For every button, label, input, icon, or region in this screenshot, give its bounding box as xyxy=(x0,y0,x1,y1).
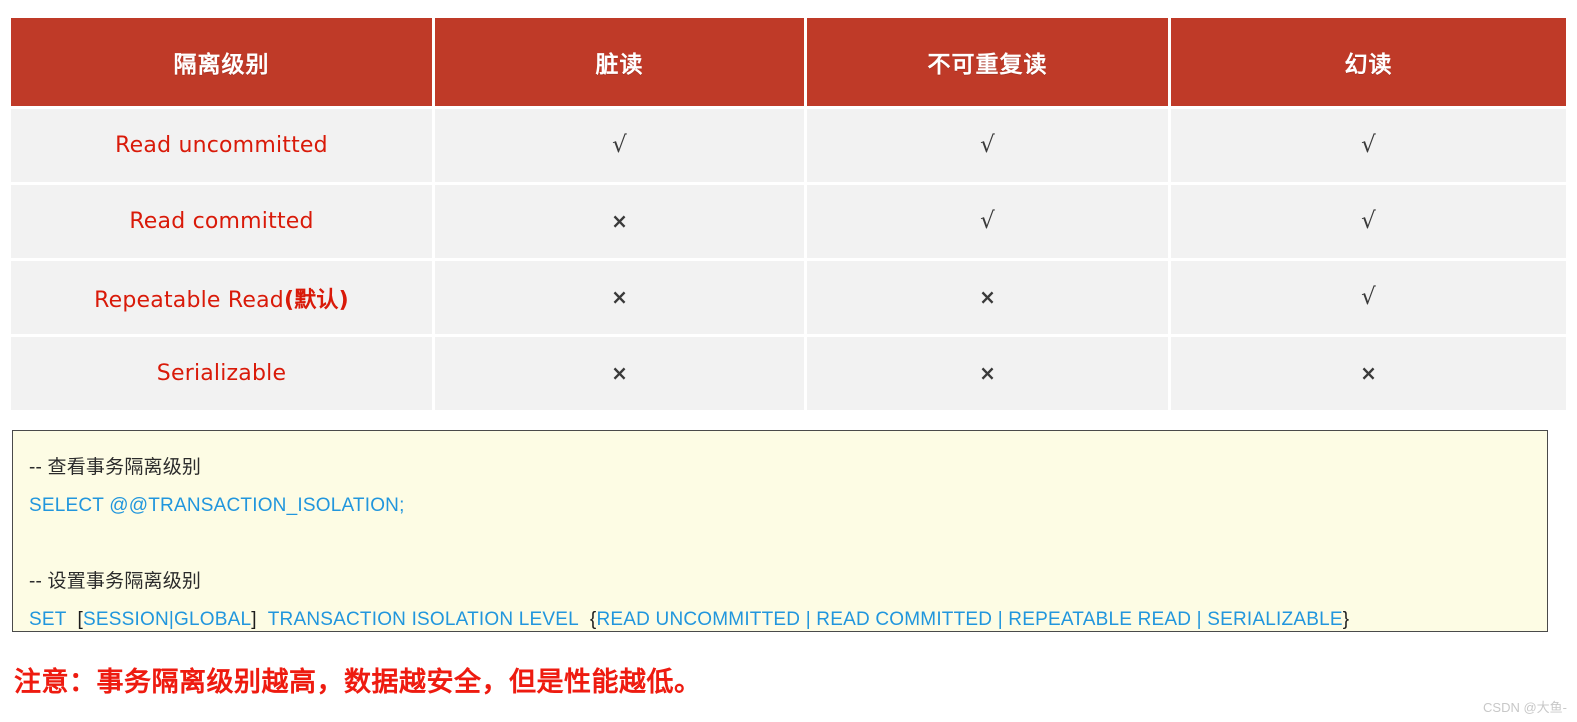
column-header-nonrepeatable-read: 不可重复读 xyxy=(807,18,1171,109)
cell-isolation-level: Read uncommitted xyxy=(11,109,435,185)
column-header-phantom-read: 幻读 xyxy=(1171,18,1566,109)
cell-dirty-read: × xyxy=(435,185,807,261)
cell-nonrepeatable-read: × xyxy=(807,261,1171,337)
code-statement-select-isolation: SELECT @@TRANSACTION_ISOLATION; xyxy=(29,495,405,516)
cell-dirty-read: √ xyxy=(435,109,807,185)
mark-phantom-read: × xyxy=(1360,360,1377,385)
sql-transaction-isolation-level: TRANSACTION ISOLATION LEVEL xyxy=(267,609,579,630)
sql-code-block: -- 查看事务隔离级别 SELECT @@TRANSACTION_ISOLATI… xyxy=(12,430,1548,632)
cell-nonrepeatable-read: √ xyxy=(807,109,1171,185)
table-header: 隔离级别 脏读 不可重复读 幻读 xyxy=(11,18,1566,109)
code-comment-view-isolation: -- 查看事务隔离级别 xyxy=(29,457,202,478)
mark-nonrepeatable-read: √ xyxy=(980,208,995,234)
level-name-en: Repeatable Read xyxy=(94,287,284,313)
cell-phantom-read: √ xyxy=(1171,109,1566,185)
cell-dirty-read: × xyxy=(435,337,807,410)
mark-nonrepeatable-read: × xyxy=(979,284,996,309)
cell-isolation-level: Repeatable Read(默认) xyxy=(11,261,435,337)
mark-phantom-read: √ xyxy=(1361,284,1376,310)
level-name-en: Read committed xyxy=(129,209,314,234)
table-row: Serializable × × × xyxy=(11,337,1566,410)
table-header-row: 隔离级别 脏读 不可重复读 幻读 xyxy=(11,18,1566,109)
table-row: Repeatable Read(默认) × × √ xyxy=(11,261,1566,337)
note-text: 注意：事务隔离级别越高，数据越安全，但是性能越低。 xyxy=(14,667,702,698)
sql-brace-close: } xyxy=(1342,609,1350,630)
cell-isolation-level: Read committed xyxy=(11,185,435,261)
isolation-level-table: 隔离级别 脏读 不可重复读 幻读 Read uncommitted √ √ √ … xyxy=(11,18,1566,410)
code-comment-set-isolation: -- 设置事务隔离级别 xyxy=(29,571,202,592)
mark-nonrepeatable-read: × xyxy=(979,360,996,385)
cell-dirty-read: × xyxy=(435,261,807,337)
level-name-en: Serializable xyxy=(156,361,287,386)
table-body: Read uncommitted √ √ √ Read committed × … xyxy=(11,109,1566,410)
cell-isolation-level: Serializable xyxy=(11,337,435,410)
level-name-en: Read uncommitted xyxy=(115,133,328,158)
cell-phantom-read: √ xyxy=(1171,261,1566,337)
mark-nonrepeatable-read: √ xyxy=(980,132,995,158)
table-row: Read committed × √ √ xyxy=(11,185,1566,261)
cell-nonrepeatable-read: × xyxy=(807,337,1171,410)
mark-dirty-read: √ xyxy=(612,132,627,158)
csdn-watermark: CSDN @大鱼- xyxy=(1483,700,1567,715)
mark-dirty-read: × xyxy=(611,360,628,385)
sql-isolation-options: READ UNCOMMITTED | READ COMMITTED | REPE… xyxy=(596,609,1343,630)
cell-phantom-read: √ xyxy=(1171,185,1566,261)
mark-dirty-read: × xyxy=(611,208,628,233)
cell-nonrepeatable-read: √ xyxy=(807,185,1171,261)
mark-phantom-read: √ xyxy=(1361,208,1376,234)
table-row: Read uncommitted √ √ √ xyxy=(11,109,1566,185)
level-name-cn: (默认) xyxy=(283,287,349,313)
mark-phantom-read: √ xyxy=(1361,132,1376,158)
cell-phantom-read: × xyxy=(1171,337,1566,410)
page-root: 隔离级别 脏读 不可重复读 幻读 Read uncommitted √ √ √ … xyxy=(0,0,1577,722)
column-header-isolation-level: 隔离级别 xyxy=(11,18,435,109)
mark-dirty-read: × xyxy=(611,284,628,309)
column-header-dirty-read: 脏读 xyxy=(435,18,807,109)
sql-session-global: SESSION|GLOBAL xyxy=(83,609,252,630)
code-statement-set-isolation: SET [SESSION|GLOBAL] TRANSACTION ISOLATI… xyxy=(29,601,1531,639)
sql-keyword-set: SET xyxy=(29,609,67,630)
